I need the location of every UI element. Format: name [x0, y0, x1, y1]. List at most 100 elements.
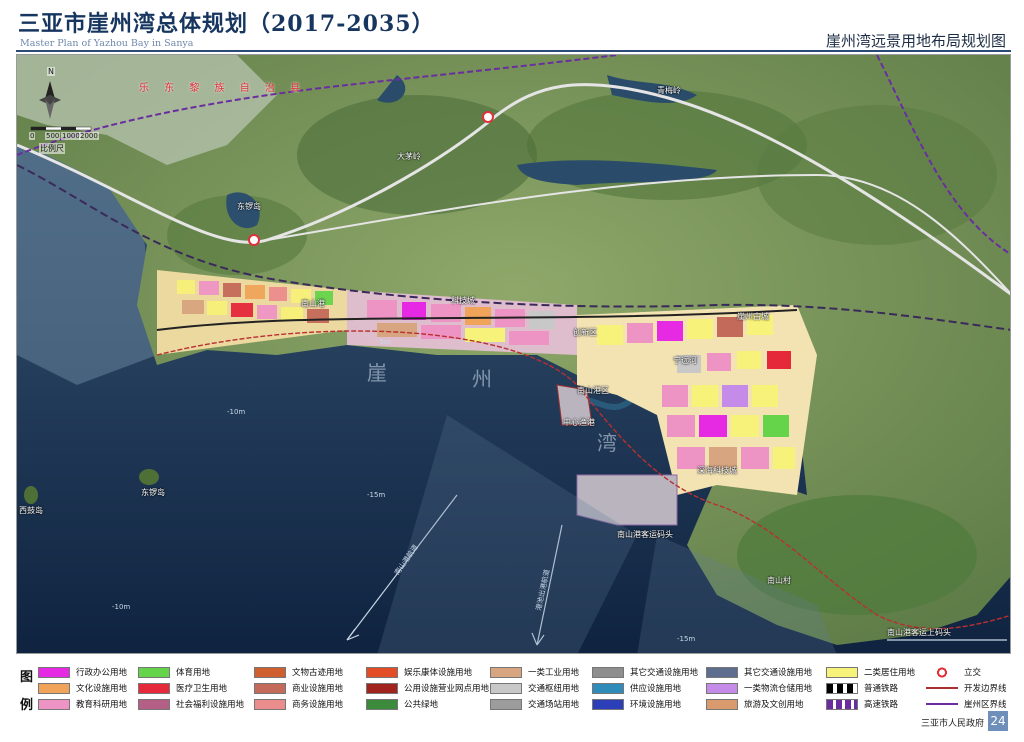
legend-item: 医疗卫生用地 — [138, 682, 227, 694]
place-label-4: 崖州古城 — [737, 312, 769, 321]
island-label-1: 西鼓岛 — [19, 506, 43, 515]
legend-item: 其它交通设施用地 — [592, 666, 698, 678]
district-label: 乐 东 黎 族 自 治 县 — [139, 83, 307, 94]
coast-label: 南山港客运上码头 — [887, 628, 951, 637]
place-label-1: 南山港 — [301, 299, 325, 308]
legend-label: 社会福利设施用地 — [176, 700, 245, 710]
island-label-2: 东锣岛 — [141, 488, 165, 497]
legend-swatch — [926, 666, 958, 678]
legend-swatch — [38, 682, 70, 694]
legend-label: 文物古迹用地 — [292, 668, 344, 678]
legend-label: 文化设施用地 — [76, 684, 128, 694]
legend-label: 高速铁路 — [864, 700, 899, 710]
legend-item: 公共绿地 — [366, 698, 438, 710]
legend-label: 体育用地 — [176, 668, 211, 678]
legend-swatch — [138, 666, 170, 678]
legend-swatch — [366, 666, 398, 678]
legend-item: 公用设施营业网点用地 — [366, 682, 489, 694]
legend-item: 崖州区界线 — [926, 698, 1007, 710]
legend-item: 普通铁路 — [826, 682, 898, 694]
legend-swatch — [826, 666, 858, 678]
legend-item: 商业设施用地 — [254, 682, 343, 694]
legend-swatch — [138, 682, 170, 694]
place-label-5: 南山港区 — [577, 386, 609, 395]
footer-org: 三亚市人民政府 — [920, 719, 984, 729]
legend-label: 商业设施用地 — [292, 684, 344, 694]
legend-item: 其它交通设施用地 — [706, 666, 812, 678]
legend-label: 立交 — [964, 668, 982, 678]
place-label-3: 创新区 — [573, 328, 597, 337]
legend-title-char-2: 例 — [20, 698, 34, 713]
legend-item: 交通场站用地 — [490, 698, 579, 710]
legend-swatch — [366, 698, 398, 710]
legend-item: 一类工业用地 — [490, 666, 579, 678]
legend-item: 社会福利设施用地 — [138, 698, 244, 710]
bay-char-1: 崖 — [367, 361, 387, 385]
scale-tick-1: 500 — [45, 132, 61, 140]
legend-item: 商务设施用地 — [254, 698, 343, 710]
place-label-2: 科技城 — [451, 296, 475, 305]
place-label-11: 南山村 — [767, 576, 791, 585]
legend-swatch — [254, 666, 286, 678]
legend-label: 公用设施营业网点用地 — [404, 684, 490, 694]
legend-swatch — [926, 698, 958, 710]
legend-label: 交通枢纽用地 — [528, 684, 580, 694]
scale-tick-3: 2000 — [79, 132, 99, 140]
legend-swatch — [490, 682, 522, 694]
legend-label: 环境设施用地 — [630, 700, 682, 710]
legend-swatch — [592, 666, 624, 678]
place-label-9: 大茅岭 — [397, 152, 421, 161]
page-number: 24 — [988, 711, 1008, 731]
legend-swatch — [38, 666, 70, 678]
legend-label: 二类居住用地 — [864, 668, 916, 678]
place-label-12: 东锣岛 — [237, 202, 261, 211]
legend-swatch — [826, 698, 858, 710]
terminal-label: 南山港客运码头 — [617, 530, 673, 539]
legend-label: 普通铁路 — [864, 684, 899, 694]
scale-tick-0: 0 — [29, 132, 36, 140]
legend-item: 立交 — [926, 666, 981, 678]
legend-swatch — [592, 682, 624, 694]
depth-label-5: -15m — [677, 635, 696, 643]
legend: 图 例 行政办公用地 文化设施用地 教育科研用地 体育用地医疗卫生用地社会福利设施用地… — [16, 662, 1011, 732]
legend-swatch — [366, 682, 398, 694]
legend-label: 商务设施用地 — [292, 700, 344, 710]
legend-label: 开发边界线 — [964, 684, 1007, 694]
header: 三亚市崖州湾总体规划（2017-2035） Master Plan of Yaz… — [0, 0, 1024, 52]
legend-label: 一类物流仓储用地 — [744, 684, 813, 694]
place-label-7: 深海科技城 — [697, 466, 737, 475]
legend-item: 旅游及文创用地 — [706, 698, 804, 710]
legend-label: 供应设施用地 — [630, 684, 682, 694]
legend-label: 交通场站用地 — [528, 700, 580, 710]
legend-item: 体育用地 — [138, 666, 210, 678]
legend-item: 环境设施用地 — [592, 698, 681, 710]
legend-swatch — [826, 682, 858, 694]
legend-label: 行政办公用地 — [76, 668, 128, 678]
depth-label-1: -5m — [377, 338, 391, 346]
legend-swatch — [490, 698, 522, 710]
north-label: N — [47, 67, 55, 76]
legend-title-char-1: 图 — [20, 670, 34, 685]
place-label-10: 青梅岭 — [657, 86, 681, 95]
legend-label: 其它交通设施用地 — [630, 668, 699, 678]
header-rule — [16, 50, 1011, 52]
legend-item: 一类物流仓储用地 — [706, 682, 812, 694]
legend-item: 娱乐康体设施用地 — [366, 666, 472, 678]
legend-label: 医疗卫生用地 — [176, 684, 228, 694]
legend-label: 教育科研用地 — [76, 700, 128, 710]
legend-label: 崖州区界线 — [964, 700, 1007, 710]
legend-swatch — [38, 698, 70, 710]
depth-label-4: -10m — [112, 603, 131, 611]
legend-swatch — [490, 666, 522, 678]
legend-swatch — [254, 682, 286, 694]
map-canvas: N 0 500 1000 2000 比例尺 乐 东 黎 族 自 治 县 崖 州 … — [16, 54, 1011, 654]
legend-swatch — [592, 698, 624, 710]
bay-char-2: 州 — [472, 367, 492, 391]
legend-swatch — [138, 698, 170, 710]
depth-label-2: -10m — [227, 408, 246, 416]
legend-item: 高速铁路 — [826, 698, 898, 710]
legend-item: 二类居住用地 — [826, 666, 915, 678]
legend-item: 文化设施用地 — [38, 682, 127, 694]
legend-item: 供应设施用地 — [592, 682, 681, 694]
map-svg — [17, 55, 1010, 653]
